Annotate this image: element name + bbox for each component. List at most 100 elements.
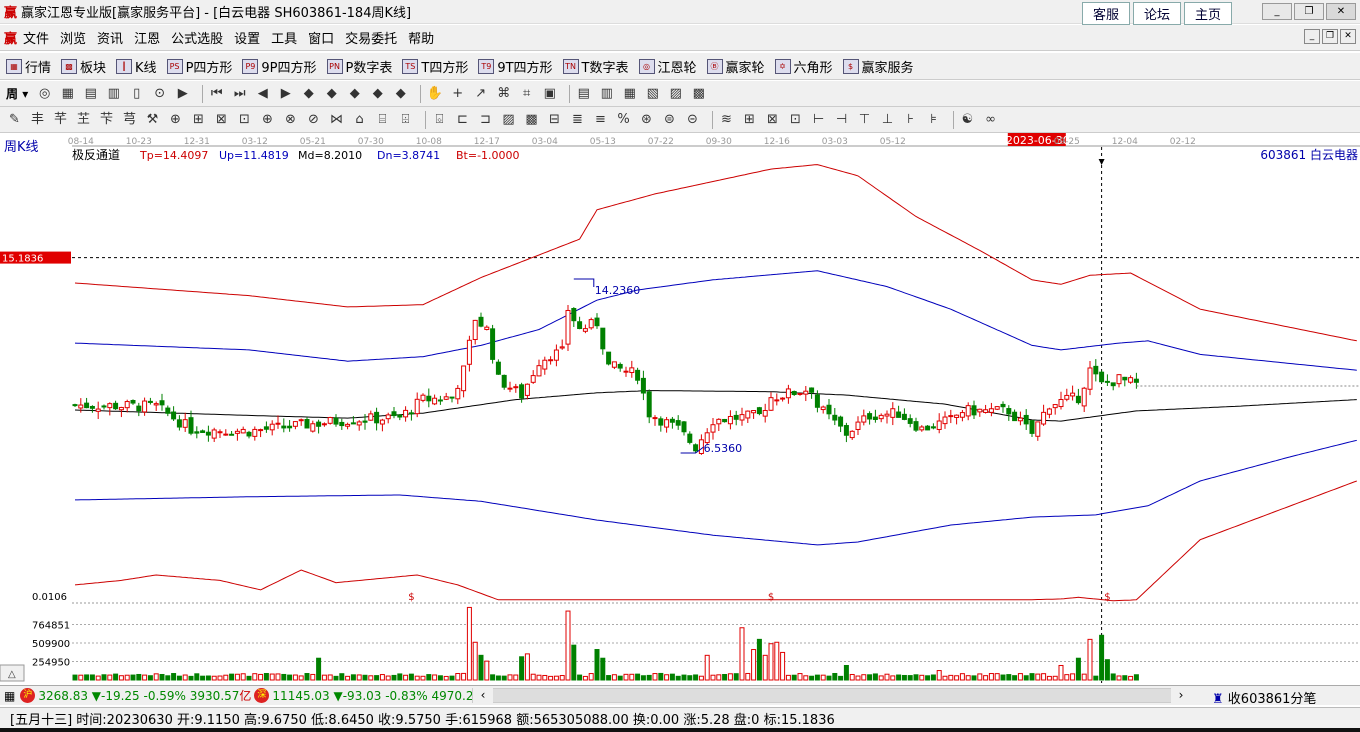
tool-icon[interactable]: ▨ <box>667 85 684 102</box>
tool-icon[interactable]: ⊝ <box>684 111 701 128</box>
sh-index-quote[interactable]: 3268.83 ▼-19.25 -0.59% 3930.57 <box>38 689 239 703</box>
tool-icon[interactable]: + <box>449 85 466 102</box>
tool-icon[interactable]: ▦ <box>59 85 76 102</box>
tool-icon[interactable]: ⌗ <box>518 85 535 102</box>
tool-icon[interactable]: 芐 <box>98 111 115 128</box>
tool-icon[interactable]: ⊘ <box>305 111 322 128</box>
tool-icon[interactable]: 芊 <box>52 111 69 128</box>
tool-icon[interactable]: ≡ <box>592 111 609 128</box>
tool-icon[interactable]: ⌘ <box>495 85 512 102</box>
menu-4[interactable]: 公式选股 <box>171 28 223 47</box>
tool-icon[interactable]: ✎ <box>6 111 23 128</box>
tool-icon[interactable]: ⌺ <box>431 111 448 128</box>
toolbar-button-10[interactable]: Ⓑ 赢家轮 <box>706 57 765 76</box>
kline-chart[interactable]: 08-14 10-23 12-31 03-12 05-21 07-30 10-08 12-17… <box>0 133 1360 685</box>
mdi-restore-button[interactable]: ❐ <box>1322 29 1338 44</box>
tool-icon[interactable]: ⏭ <box>231 85 248 102</box>
tool-icon[interactable]: 芎 <box>121 111 138 128</box>
tool-icon[interactable]: ⊠ <box>213 111 230 128</box>
tool-icon[interactable]: ▣ <box>541 85 558 102</box>
tool-icon[interactable]: ▧ <box>644 85 661 102</box>
toolbar-button-1[interactable]: ▩ 板块 <box>61 57 106 76</box>
sz-index-quote[interactable]: 11145.03 ▼-93.03 -0.83% 4970.20 <box>272 689 481 703</box>
toolbar-button-0[interactable]: ▦ 行情 <box>6 57 51 76</box>
tool-icon[interactable]: ⌹ <box>397 111 414 128</box>
scroll-left-button[interactable]: ‹ <box>473 688 493 703</box>
tool-icon[interactable]: ▦ <box>621 85 638 102</box>
tool-icon[interactable]: ▤ <box>575 85 592 102</box>
horizontal-scrollbar[interactable]: ‹ › <box>472 688 1191 703</box>
tool-icon[interactable]: ◀ <box>254 85 271 102</box>
tool-icon[interactable]: ⊏ <box>454 111 471 128</box>
toolbar-button-9[interactable]: ◎ 江恩轮 <box>638 57 697 76</box>
tool-icon[interactable]: ↗ <box>472 85 489 102</box>
tool-icon[interactable]: ⊐ <box>477 111 494 128</box>
link-service[interactable]: 客服 <box>1082 2 1131 25</box>
tool-icon[interactable]: ▨ <box>500 111 517 128</box>
tool-icon[interactable]: ⊞ <box>190 111 207 128</box>
tool-icon[interactable]: ◆ <box>300 85 317 102</box>
scroll-right-button[interactable]: › <box>1171 688 1191 703</box>
tool-icon[interactable]: ⏮ <box>208 85 225 102</box>
tool-icon[interactable]: ☯ <box>959 111 976 128</box>
tool-icon[interactable]: ▶ <box>174 85 191 102</box>
tool-icon[interactable]: ⋈ <box>328 111 345 128</box>
menu-8[interactable]: 交易委托 <box>345 28 397 47</box>
tool-icon[interactable]: ▥ <box>598 85 615 102</box>
tick-data-status[interactable]: ♜ 收603861分笔 <box>1212 688 1316 707</box>
toolbar-button-5[interactable]: PN P数字表 <box>326 57 392 76</box>
tool-icon[interactable]: ◆ <box>346 85 363 102</box>
tool-icon[interactable]: ⊧ <box>925 111 942 128</box>
menu-6[interactable]: 工具 <box>271 28 297 47</box>
link-forum[interactable]: 论坛 <box>1133 2 1182 25</box>
tool-icon[interactable]: ✋ <box>426 85 443 102</box>
tool-icon[interactable]: ⊢ <box>810 111 827 128</box>
menu-9[interactable]: 帮助 <box>408 28 434 47</box>
tool-icon[interactable]: ⊕ <box>167 111 184 128</box>
tool-icon[interactable]: ⊜ <box>661 111 678 128</box>
tool-icon[interactable]: ≣ <box>569 111 586 128</box>
tool-icon[interactable]: ⌸ <box>374 111 391 128</box>
tool-icon[interactable]: 丰 <box>29 111 46 128</box>
tool-icon[interactable]: ⊛ <box>638 111 655 128</box>
tool-icon[interactable]: ∞ <box>982 111 999 128</box>
toolbar-button-4[interactable]: P9 9P四方形 <box>242 57 317 76</box>
toolbar-button-7[interactable]: T9 9T四方形 <box>478 57 553 76</box>
toolbar-button-11[interactable]: ✡ 六角形 <box>774 57 833 76</box>
tool-icon[interactable]: ⊠ <box>764 111 781 128</box>
tool-icon[interactable]: ⚒ <box>144 111 161 128</box>
tool-icon[interactable]: ⌂ <box>351 111 368 128</box>
tool-icon[interactable]: ⊡ <box>787 111 804 128</box>
tool-icon[interactable]: ⊣ <box>833 111 850 128</box>
tool-icon[interactable]: ▤ <box>82 85 99 102</box>
toolbar-button-2[interactable]: ┃ K线 <box>116 57 157 76</box>
tool-icon[interactable]: ⊞ <box>741 111 758 128</box>
menu-5[interactable]: 设置 <box>234 28 260 47</box>
toolbar-button-8[interactable]: TN T数字表 <box>562 57 629 76</box>
toolbar-button-3[interactable]: PS P四方形 <box>166 57 232 76</box>
maximize-button[interactable]: ❐ <box>1294 3 1324 20</box>
tool-icon[interactable]: ⊕ <box>259 111 276 128</box>
menu-1[interactable]: 浏览 <box>60 28 86 47</box>
tool-icon[interactable]: ⊥ <box>879 111 896 128</box>
tool-icon[interactable]: ▯ <box>128 85 145 102</box>
link-home[interactable]: 主页 <box>1184 2 1233 25</box>
tool-icon[interactable]: ◆ <box>323 85 340 102</box>
menu-2[interactable]: 资讯 <box>97 28 123 47</box>
tool-icon[interactable]: ◆ <box>369 85 386 102</box>
tool-icon[interactable]: ▩ <box>690 85 707 102</box>
mdi-close-button[interactable]: ✕ <box>1340 29 1356 44</box>
calendar-icon[interactable]: ▦ <box>4 689 15 703</box>
tool-icon[interactable]: ⊡ <box>236 111 253 128</box>
tool-icon[interactable]: ◎ <box>36 85 53 102</box>
tool-icon[interactable]: ◆ <box>392 85 409 102</box>
tool-icon[interactable]: ▥ <box>105 85 122 102</box>
minimize-button[interactable]: _ <box>1262 3 1292 20</box>
mdi-minimize-button[interactable]: _ <box>1304 29 1320 44</box>
tool-icon[interactable]: ⊦ <box>902 111 919 128</box>
tool-icon[interactable]: ≋ <box>718 111 735 128</box>
tool-icon[interactable]: ⊗ <box>282 111 299 128</box>
tool-icon[interactable]: % <box>615 111 632 128</box>
tool-icon[interactable]: ⊙ <box>151 85 168 102</box>
close-button[interactable]: ✕ <box>1326 3 1356 20</box>
